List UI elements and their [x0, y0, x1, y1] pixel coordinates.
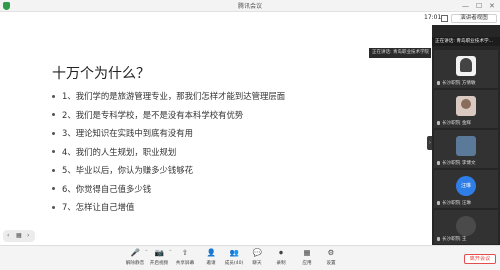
slide-bullet-list: 1、我们学的是旅游管理专业，那我们怎样才能到达管理层面 2、我们是专科学校，是不… — [52, 87, 285, 217]
speaking-indicator: 正在讲话: 青岛职业技术学... — [432, 37, 500, 46]
record-button[interactable]: ⏺ 录制 — [268, 249, 294, 269]
mic-icon — [437, 80, 440, 85]
meeting-timer: 17:01 — [424, 14, 442, 21]
grid-layout-icon[interactable] — [441, 15, 448, 22]
gear-icon: ⚙ — [327, 248, 335, 257]
bullet-dot-icon — [52, 187, 55, 191]
mic-icon — [437, 120, 440, 125]
participant-tile[interactable]: 长沙职院 王 — [434, 210, 498, 244]
slide-bullet: 5、毕业以后，你认为赚多少钱够花 — [52, 161, 285, 180]
share-screen-button[interactable]: ⇧ 共享屏幕 — [172, 249, 198, 269]
participant-initials-avatar: 汪琳 — [456, 176, 476, 196]
participant-name: 长沙职院 金辉 — [442, 121, 472, 126]
chat-icon: 💬 — [252, 248, 262, 257]
apps-button[interactable]: ▦ 应用 — [294, 249, 320, 269]
participant-name: 长沙职院 方倩敏 — [442, 81, 476, 86]
participant-tile[interactable]: 长沙职院 李博文 — [434, 130, 498, 168]
camera-icon: 📷 — [154, 248, 164, 257]
slide-bullet: 1、我们学的是旅游管理专业，那我们怎样才能到达管理层面 — [52, 87, 285, 106]
mic-icon — [437, 160, 440, 165]
bullet-dot-icon — [52, 113, 55, 117]
participant-avatar — [456, 136, 476, 156]
meeting-toolbar: 17:01 演讲者视图 — [0, 12, 500, 25]
slide-grid-icon[interactable]: ▦ — [16, 232, 22, 239]
bullet-dot-icon — [52, 168, 55, 172]
slide-bullet: 3、理论知识在实践中到底有没有用 — [52, 124, 285, 143]
bullet-dot-icon — [52, 131, 55, 135]
microphone-icon: 🎤 — [130, 248, 140, 257]
slide-bullet: 7、怎样让自己增值 — [52, 198, 285, 217]
shared-slide: 十万个为什么？ 1、我们学的是旅游管理专业，那我们怎样才能到达管理层面 2、我们… — [0, 25, 432, 245]
chat-button[interactable]: 💬 聊天 — [244, 249, 270, 269]
minimize-button[interactable]: — — [462, 1, 469, 11]
settings-button[interactable]: ⚙ 设置 — [318, 249, 344, 269]
apps-icon: ▦ — [303, 248, 311, 257]
previous-slide-icon[interactable]: ‹ — [7, 232, 9, 239]
participant-avatar — [456, 96, 476, 116]
members-icon: 👥 — [229, 248, 239, 257]
bullet-dot-icon — [52, 205, 55, 209]
bullet-dot-icon — [52, 150, 55, 154]
bullet-dot-icon — [52, 94, 55, 98]
participant-tile[interactable]: 汪琳 长沙职院 汪琳 — [434, 170, 498, 208]
slide-navigation: ‹ ▦ › — [3, 230, 35, 242]
unmute-button[interactable]: 🎤 ^ 解除静音 — [122, 249, 148, 269]
invite-user-icon: 👤 — [206, 248, 216, 257]
bottom-toolbar: 🎤 ^ 解除静音 📷 ^ 开启视频 ⇧ 共享屏幕 👤 邀请 👥 成员(40) 💬… — [0, 245, 500, 270]
slide-bullet: 2、我们是专科学校，是不是没有本科学校有优势 — [52, 106, 285, 125]
start-video-button[interactable]: 📷 ^ 开启视频 — [146, 249, 172, 269]
leave-meeting-button[interactable]: 离开会议 — [464, 254, 496, 264]
screen-share-tag: 正在讲话: 青岛职业技术学院 — [369, 48, 431, 58]
speaker-view-button[interactable]: 演讲者视图 — [451, 14, 497, 23]
participant-name: 长沙职院 李博文 — [442, 161, 476, 166]
participant-name: 长沙职院 汪琳 — [442, 201, 472, 206]
participant-tile[interactable]: 长沙职院 方倩敏 — [434, 50, 498, 88]
slide-bullet: 6、你觉得自己值多少钱 — [52, 180, 285, 199]
window-title: 腾讯会议 — [237, 3, 262, 10]
slide-bullet: 4、我们的人生规划，职业规划 — [52, 143, 285, 162]
close-button[interactable]: ✕ — [489, 1, 495, 11]
participant-panel: 正在讲话: 青岛职业技术学... 长沙职院 方倩敏 长沙职院 金辉 长沙职院 李… — [432, 25, 500, 245]
participant-avatar — [456, 216, 476, 236]
participant-avatar — [456, 56, 476, 76]
participant-name: 长沙职院 王 — [442, 237, 467, 242]
participant-tile[interactable]: 长沙职院 金辉 — [434, 90, 498, 128]
title-bar: 腾讯会议 — ☐ ✕ — [0, 0, 500, 12]
record-icon: ⏺ — [279, 248, 283, 257]
mic-icon — [437, 236, 440, 241]
maximize-button[interactable]: ☐ — [476, 1, 482, 11]
mic-icon — [437, 200, 440, 205]
speaker-view-label: 演讲者视图 — [460, 15, 488, 21]
share-screen-icon: ⇧ — [181, 248, 189, 257]
slide-title: 十万个为什么？ — [52, 66, 150, 82]
next-slide-icon[interactable]: › — [27, 232, 29, 239]
